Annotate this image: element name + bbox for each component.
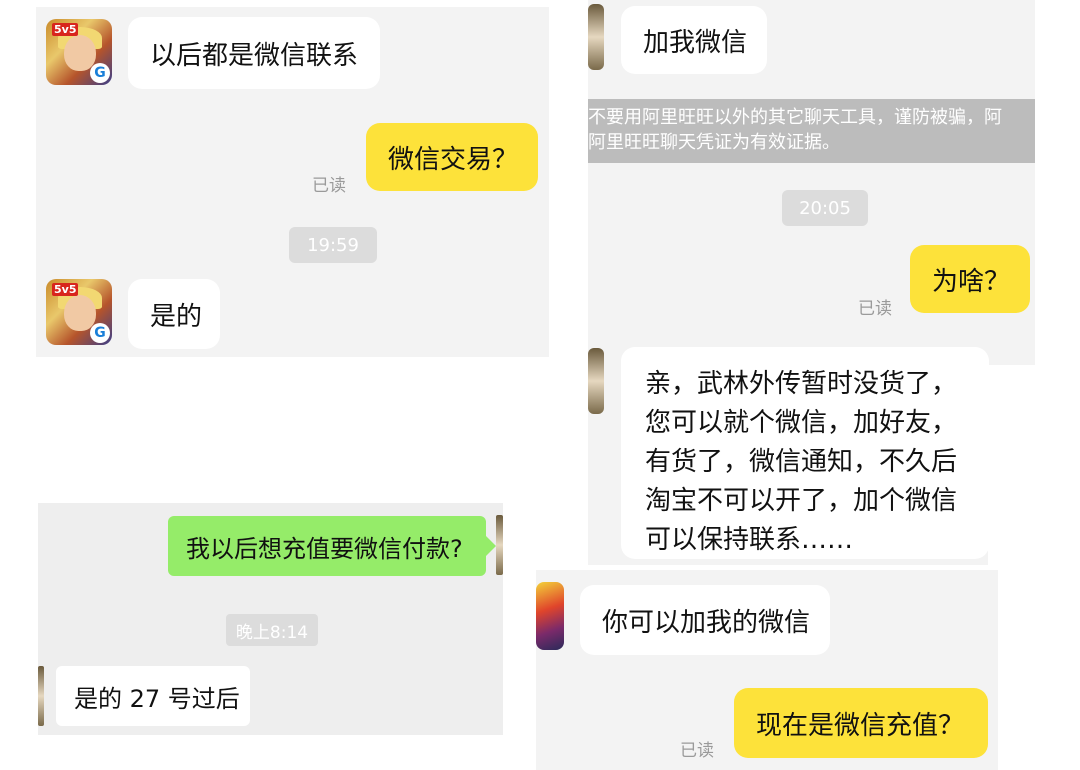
long-message-bubble[interactable]: 亲，武林外传暂时没货了， 您可以就个微信，加好友， 有货了，微信通知，不久后 淘… bbox=[621, 347, 989, 559]
message-bubble[interactable]: 我以后想充值要微信付款? bbox=[168, 516, 486, 576]
chat-panel-a: 5v5 G 以后都是微信联系 已读 微信交易？ 19:59 5v5 G 是的 bbox=[36, 7, 549, 357]
avatar-partial[interactable] bbox=[496, 515, 503, 575]
read-status: 已读 bbox=[312, 176, 346, 196]
message-bubble[interactable]: 现在是微信充值？ bbox=[734, 688, 988, 758]
message-bubble[interactable]: 为啥？ bbox=[910, 245, 1030, 313]
timestamp: 19:59 bbox=[289, 227, 377, 263]
warning-banner: 不要用阿里旺旺以外的其它聊天工具，谨防被骗，阿 阿里旺旺聊天凭证为有效证据。 bbox=[588, 99, 1035, 163]
warning-line: 不要用阿里旺旺以外的其它聊天工具，谨防被骗，阿 bbox=[588, 107, 1002, 128]
warning-line: 阿里旺旺聊天凭证为有效证据。 bbox=[588, 132, 840, 153]
avatar-badge: 5v5 bbox=[52, 23, 79, 36]
tencent-logo-icon: G bbox=[90, 323, 110, 343]
message-bubble[interactable]: 微信交易？ bbox=[366, 123, 538, 191]
avatar-face bbox=[64, 35, 96, 71]
avatar-partial[interactable] bbox=[588, 4, 604, 70]
message-bubble[interactable]: 以后都是微信联系 bbox=[128, 17, 380, 89]
message-bubble[interactable]: 是的 bbox=[128, 279, 220, 349]
avatar-badge: 5v5 bbox=[52, 283, 79, 296]
message-bubble[interactable]: 加我微信 bbox=[621, 6, 767, 74]
message-line: 亲，武林外传暂时没货了， bbox=[645, 369, 958, 399]
game-avatar[interactable]: 5v5 G bbox=[46, 279, 112, 345]
message-bubble[interactable]: 是的 27 号过后 bbox=[56, 666, 250, 726]
avatar-partial[interactable] bbox=[588, 348, 604, 414]
message-bubble[interactable]: 你可以加我的微信 bbox=[580, 585, 830, 655]
avatar-face bbox=[64, 295, 96, 331]
message-line: 有货了，微信通知，不久后 bbox=[645, 447, 958, 477]
message-line: 您可以就个微信，加好友， bbox=[645, 408, 958, 438]
game-avatar[interactable] bbox=[536, 582, 564, 650]
timestamp: 晚上8:14 bbox=[226, 614, 318, 646]
tencent-logo-icon: G bbox=[90, 63, 110, 83]
avatar-partial[interactable] bbox=[38, 666, 44, 726]
read-status: 已读 bbox=[680, 741, 714, 761]
message-line: 淘宝不可以开了，加个微信 bbox=[645, 486, 958, 516]
message-line: 可以保持联系…… bbox=[645, 525, 854, 555]
game-avatar[interactable]: 5v5 G bbox=[46, 19, 112, 85]
read-status: 已读 bbox=[858, 299, 892, 319]
bubble-tail bbox=[486, 536, 496, 556]
timestamp: 20:05 bbox=[782, 190, 868, 226]
